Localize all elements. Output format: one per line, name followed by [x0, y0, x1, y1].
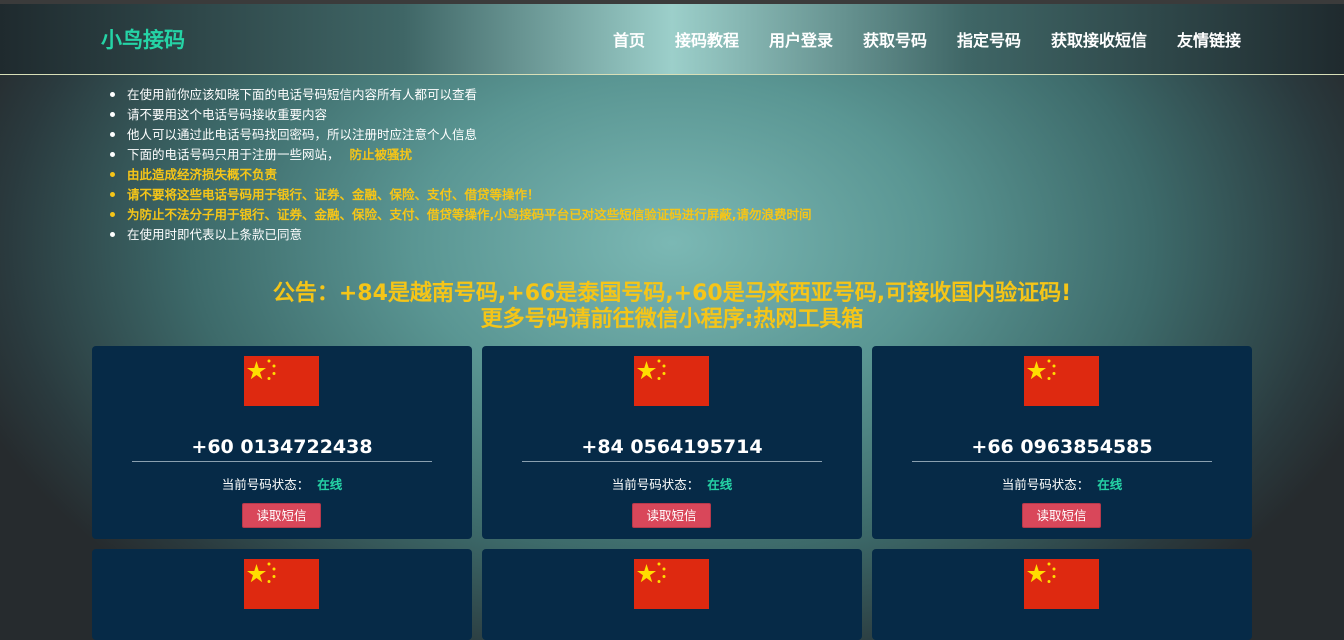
notice-list: 在使用前你应该知晓下面的电话号码短信内容所有人都可以查看 请不要用这个电话号码接… [108, 85, 812, 245]
notice-item-warning: 为防止不法分子用于银行、证券、金融、保险、支付、借贷等操作,小鸟接码平台已对这些… [108, 205, 812, 225]
china-flag-icon [1024, 559, 1099, 609]
read-sms-button[interactable]: 读取短信 [1022, 503, 1101, 528]
notice-item: 他人可以通过此电话号码找回密码，所以注册时应注意个人信息 [108, 125, 812, 145]
number-card [92, 549, 472, 640]
phone-number: +66 0963854585 [971, 436, 1153, 458]
phone-number: +60 0134722438 [191, 436, 373, 458]
china-flag-icon [244, 559, 319, 609]
number-card [872, 549, 1252, 640]
nav-specify-number[interactable]: 指定号码 [957, 27, 1021, 51]
nav-get-sms[interactable]: 获取接收短信 [1051, 27, 1147, 51]
nav-home[interactable]: 首页 [613, 27, 645, 51]
phone-number: +84 0564195714 [581, 436, 763, 458]
notice-text: 下面的电话号码只用于注册一些网站， [127, 147, 340, 162]
announcement-line-2: 更多号码请前往微信小程序:热网工具箱 [480, 307, 864, 332]
notice-item-warning: 请不要将这些电话号码用于银行、证券、金融、保险、支付、借贷等操作！ [108, 185, 812, 205]
nav-friend-links[interactable]: 友情链接 [1177, 27, 1241, 51]
status-label: 当前号码状态： [1001, 477, 1090, 492]
notice-item: 下面的电话号码只用于注册一些网站， 防止被骚扰 [108, 145, 812, 165]
status-row: 当前号码状态： 在线 [482, 474, 862, 493]
read-sms-button[interactable]: 读取短信 [632, 503, 711, 528]
notice-item-warning: 由此造成经济损失概不负责 [108, 165, 812, 185]
nav-tutorial[interactable]: 接码教程 [675, 27, 739, 51]
china-flag-icon [634, 356, 709, 406]
number-card: +66 0963854585 当前号码状态： 在线 读取短信 [872, 346, 1252, 539]
divider [522, 461, 822, 462]
status-value: 在线 [1097, 477, 1123, 492]
notice-item: 在使用前你应该知晓下面的电话号码短信内容所有人都可以查看 [108, 85, 812, 105]
notice-item: 请不要用这个电话号码接收重要内容 [108, 105, 812, 125]
nav-login[interactable]: 用户登录 [769, 27, 833, 51]
china-flag-icon [634, 559, 709, 609]
divider [912, 461, 1212, 462]
notice-item: 在使用时即代表以上条款已同意 [108, 225, 812, 245]
status-label: 当前号码状态： [221, 477, 310, 492]
notice-highlight: 防止被骚扰 [349, 147, 413, 162]
status-value: 在线 [707, 477, 733, 492]
status-value: 在线 [317, 477, 343, 492]
read-sms-button[interactable]: 读取短信 [242, 503, 321, 528]
site-logo[interactable]: 小鸟接码 [101, 24, 185, 54]
status-label: 当前号码状态： [611, 477, 700, 492]
number-card: +60 0134722438 当前号码状态： 在线 读取短信 [92, 346, 472, 539]
status-row: 当前号码状态： 在线 [92, 474, 472, 493]
number-card [482, 549, 862, 640]
china-flag-icon [1024, 356, 1099, 406]
status-row: 当前号码状态： 在线 [872, 474, 1252, 493]
number-card: +84 0564195714 当前号码状态： 在线 读取短信 [482, 346, 862, 539]
china-flag-icon [244, 356, 319, 406]
nav-get-number[interactable]: 获取号码 [863, 27, 927, 51]
divider [132, 461, 432, 462]
top-navbar: 小鸟接码 首页 接码教程 用户登录 获取号码 指定号码 获取接收短信 友情链接 [0, 0, 1344, 75]
